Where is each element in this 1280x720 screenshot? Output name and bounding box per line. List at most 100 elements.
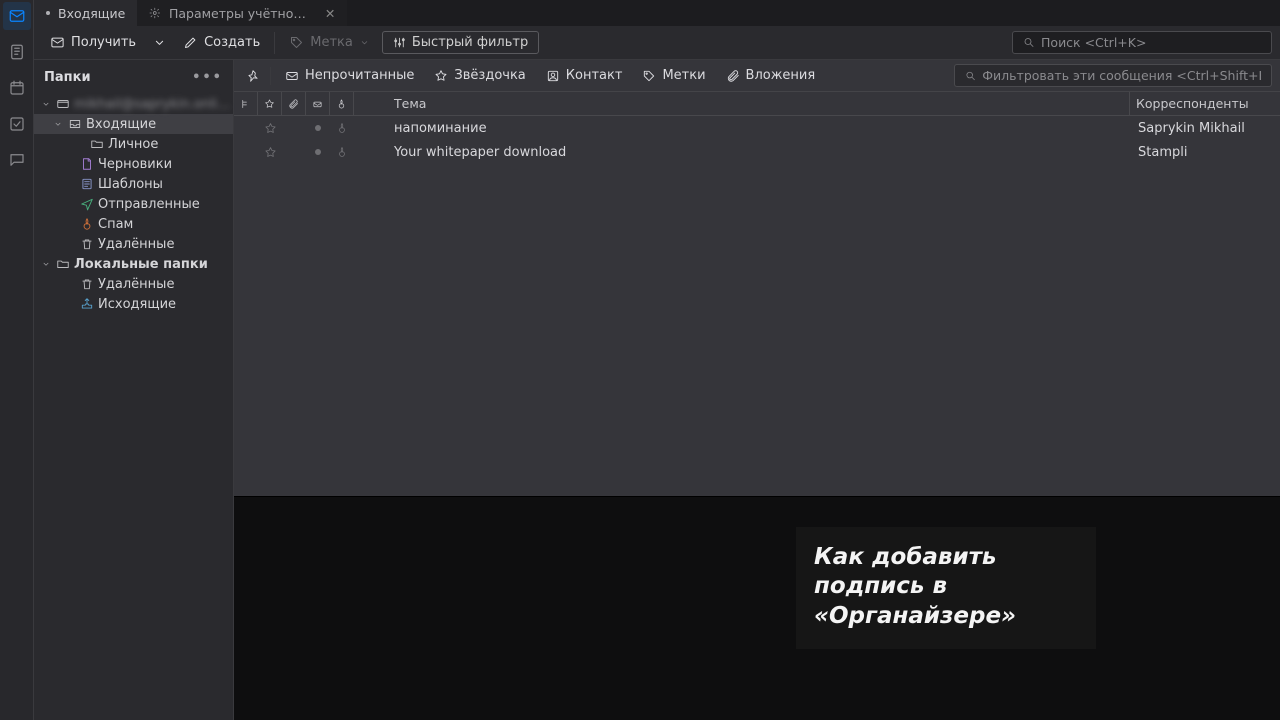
tree-outbox[interactable]: Исходящие	[34, 294, 233, 314]
tag-icon	[289, 35, 304, 50]
activity-addressbook-button[interactable]	[3, 38, 31, 66]
fire-icon	[336, 122, 348, 134]
activity-tasks-button[interactable]	[3, 110, 31, 138]
tab-label: Входящие	[58, 6, 125, 21]
tree-local-trash[interactable]: Удалённые	[34, 274, 233, 294]
tree-drafts[interactable]: Черновики	[34, 154, 233, 174]
activity-mail-button[interactable]	[3, 2, 31, 30]
qf-contact-button[interactable]: Контакт	[538, 65, 631, 86]
drafts-icon	[80, 157, 94, 171]
tree-local-folders[interactable]: Локальные папки	[34, 254, 233, 274]
col-attachment[interactable]	[282, 92, 306, 115]
col-spam[interactable]	[330, 92, 354, 115]
folder-pane-options-button[interactable]: •••	[192, 70, 223, 85]
message-subject: Your whitepaper download	[354, 145, 1130, 160]
tree-personal[interactable]: Личное	[34, 134, 233, 154]
col-thread[interactable]	[234, 92, 258, 115]
paperclip-icon	[288, 98, 299, 110]
qf-filter-search[interactable]	[954, 64, 1272, 87]
tree-templates[interactable]: Шаблоны	[34, 174, 233, 194]
get-messages-button[interactable]: Получить	[42, 31, 144, 54]
tree-label: Удалённые	[98, 277, 174, 292]
col-subject[interactable]: Тема	[354, 92, 1130, 115]
tab-strip: Входящие Параметры учётной запис ✕	[34, 0, 1280, 26]
close-icon[interactable]: ✕	[325, 6, 335, 21]
tree-label: Локальные папки	[74, 257, 208, 272]
tab-account-settings[interactable]: Параметры учётной запис ✕	[137, 0, 347, 26]
chevron-down-icon[interactable]	[40, 98, 52, 110]
pencil-icon	[183, 35, 198, 50]
button-label: Получить	[71, 35, 136, 50]
chevron-down-icon	[152, 35, 167, 50]
trash-icon	[80, 237, 94, 251]
message-row[interactable]: напоминание Saprykin Mikhail	[234, 116, 1280, 140]
sliders-icon	[393, 36, 406, 49]
preview-headline: Как добавить подпись в «Органайзере»	[796, 527, 1096, 649]
star-icon	[434, 69, 448, 83]
folder-pane: Папки ••• mikhail@saprykin.online Входящ…	[34, 60, 234, 720]
folder-icon	[90, 137, 104, 151]
sent-icon	[80, 197, 94, 211]
compose-button[interactable]: Создать	[175, 31, 268, 54]
qf-label: Метки	[662, 68, 705, 83]
tree-inbox[interactable]: Входящие	[34, 114, 233, 134]
global-search-input[interactable]	[1041, 35, 1261, 50]
inbox-icon	[68, 117, 82, 131]
search-icon	[965, 70, 976, 82]
fire-icon	[336, 146, 348, 158]
qf-attachments-button[interactable]: Вложения	[718, 65, 824, 86]
quick-filter-toggle[interactable]: Быстрый фильтр	[382, 31, 539, 54]
folder-pane-header: Папки •••	[34, 60, 233, 94]
tag-button[interactable]: Метка	[281, 31, 378, 54]
chevron-down-icon	[359, 37, 370, 48]
star-toggle[interactable]	[258, 146, 282, 159]
contact-icon	[546, 69, 560, 83]
templates-icon	[80, 177, 94, 191]
col-unread[interactable]	[306, 92, 330, 115]
star-toggle[interactable]	[258, 122, 282, 135]
outbox-icon	[80, 297, 94, 311]
message-pane: Непрочитанные Звёздочка Контакт Метки Вл…	[234, 60, 1280, 720]
tag-icon	[642, 69, 656, 83]
qf-filter-input[interactable]	[982, 68, 1261, 83]
tree-account[interactable]: mikhail@saprykin.online	[34, 94, 233, 114]
tree-label: Шаблоны	[98, 177, 163, 192]
dot-icon	[312, 98, 323, 110]
tree-trash[interactable]: Удалённые	[34, 234, 233, 254]
activity-calendar-button[interactable]	[3, 74, 31, 102]
gear-icon	[149, 6, 161, 20]
tree-label: Удалённые	[98, 237, 174, 252]
tab-inbox[interactable]: Входящие	[34, 0, 137, 26]
folder-icon	[56, 257, 70, 271]
tree-label: mikhail@saprykin.online	[74, 97, 233, 112]
col-star[interactable]	[258, 92, 282, 115]
read-indicator[interactable]	[306, 125, 330, 131]
quick-filter-bar: Непрочитанные Звёздочка Контакт Метки Вл…	[234, 60, 1280, 92]
qf-tags-button[interactable]: Метки	[634, 65, 713, 86]
message-row[interactable]: Your whitepaper download Stampli	[234, 140, 1280, 164]
folder-pane-title: Папки	[44, 70, 91, 85]
spam-toggle[interactable]	[330, 146, 354, 158]
chevron-down-icon[interactable]	[52, 118, 64, 130]
global-search[interactable]	[1012, 31, 1272, 54]
col-correspondents[interactable]: Корреспонденты	[1130, 92, 1280, 115]
trash-icon	[80, 277, 94, 291]
qf-label: Вложения	[746, 68, 816, 83]
qf-unread-button[interactable]: Непрочитанные	[277, 65, 422, 86]
activity-chat-button[interactable]	[3, 146, 31, 174]
get-messages-dropdown[interactable]	[148, 31, 171, 54]
star-icon	[264, 122, 277, 135]
tree-spam[interactable]: Спам	[34, 214, 233, 234]
chevron-down-icon[interactable]	[40, 258, 52, 270]
tree-label: Спам	[98, 217, 133, 232]
fire-icon	[336, 98, 347, 110]
read-indicator[interactable]	[306, 149, 330, 155]
tree-sent[interactable]: Отправленные	[34, 194, 233, 214]
message-correspondent: Saprykin Mikhail	[1130, 121, 1280, 136]
unsaved-indicator-icon	[46, 11, 50, 15]
qf-starred-button[interactable]: Звёздочка	[426, 65, 533, 86]
tree-label: Исходящие	[98, 297, 176, 312]
qf-pin-button[interactable]	[242, 66, 264, 86]
spam-toggle[interactable]	[330, 122, 354, 134]
star-icon	[264, 146, 277, 159]
